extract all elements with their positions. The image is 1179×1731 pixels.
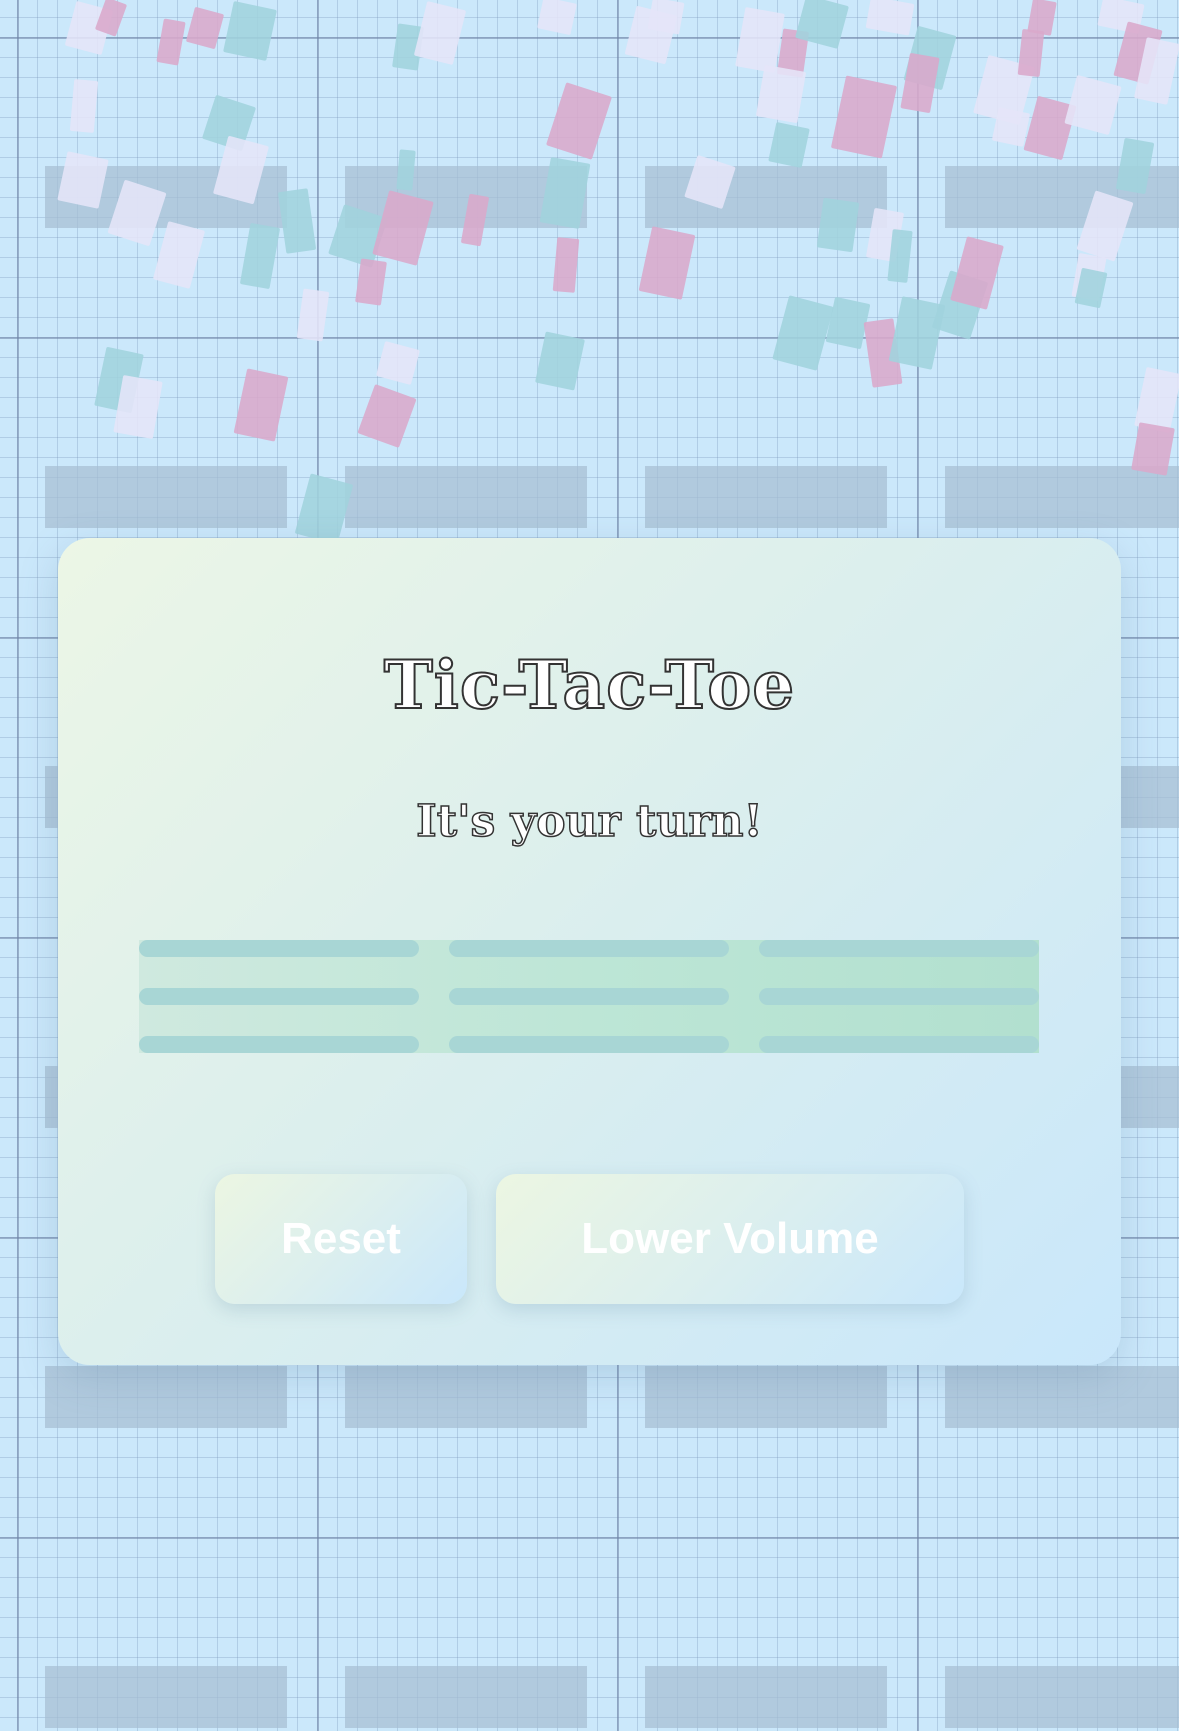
confetti-piece [233, 368, 289, 442]
game-board [139, 940, 1039, 1053]
confetti-piece [545, 82, 613, 160]
background-band [345, 1366, 587, 1428]
confetti-piece [156, 18, 186, 66]
background-band [945, 1366, 1179, 1428]
confetti-piece [375, 340, 421, 386]
confetti-piece [755, 64, 807, 124]
confetti-piece [552, 237, 580, 293]
confetti-piece [991, 107, 1031, 147]
confetti-piece [768, 121, 810, 169]
background-band [645, 1366, 887, 1428]
confetti-piece [69, 79, 99, 133]
lower-volume-button[interactable]: Lower Volume [496, 1174, 964, 1304]
confetti-piece [296, 288, 330, 342]
confetti-piece [1064, 74, 1122, 136]
turn-status: It's your turn! [415, 795, 763, 848]
board-cell[interactable] [759, 1036, 1039, 1053]
confetti-piece [413, 0, 467, 66]
board-cell[interactable] [449, 988, 729, 1005]
confetti-piece [239, 222, 281, 290]
confetti-piece [152, 221, 206, 289]
confetti-piece [223, 0, 277, 62]
confetti-piece [277, 188, 317, 254]
confetti-piece [185, 6, 225, 50]
confetti-piece [816, 197, 860, 253]
board-cell[interactable] [759, 940, 1039, 957]
background-band [945, 1666, 1179, 1728]
confetti-piece [888, 296, 946, 370]
confetti-piece [357, 384, 417, 448]
board-cell[interactable] [139, 988, 419, 1005]
board-cell[interactable] [139, 940, 419, 957]
confetti-piece [355, 258, 387, 306]
confetti-piece [950, 236, 1004, 310]
game-card: Tic-Tac-Toe It's your turn! Reset Lower … [58, 538, 1121, 1365]
confetti-piece [900, 52, 940, 114]
confetti-piece [772, 295, 834, 371]
board-cell[interactable] [759, 988, 1039, 1005]
reset-button[interactable]: Reset [215, 1174, 467, 1304]
board-cell[interactable] [449, 1036, 729, 1053]
board-cell[interactable] [449, 940, 729, 957]
confetti-piece [537, 0, 577, 36]
game-title: Tic-Tac-Toe [383, 645, 796, 725]
background-band [45, 1666, 287, 1728]
confetti-piece [865, 0, 915, 36]
confetti-piece [830, 75, 898, 159]
confetti-piece [647, 0, 685, 35]
background-band [645, 466, 887, 528]
confetti-piece [638, 226, 696, 300]
background-band [45, 466, 287, 528]
confetti-piece [113, 374, 163, 440]
board-cell[interactable] [139, 1036, 419, 1053]
confetti-piece [535, 331, 585, 391]
confetti-piece [1017, 28, 1045, 78]
background-band [45, 1366, 287, 1428]
background-band [345, 1666, 587, 1728]
confetti-piece [94, 0, 128, 37]
confetti-piece [887, 229, 913, 283]
background-band [945, 466, 1179, 528]
confetti-piece [294, 473, 354, 545]
background-band [645, 1666, 887, 1728]
background-band [345, 466, 587, 528]
